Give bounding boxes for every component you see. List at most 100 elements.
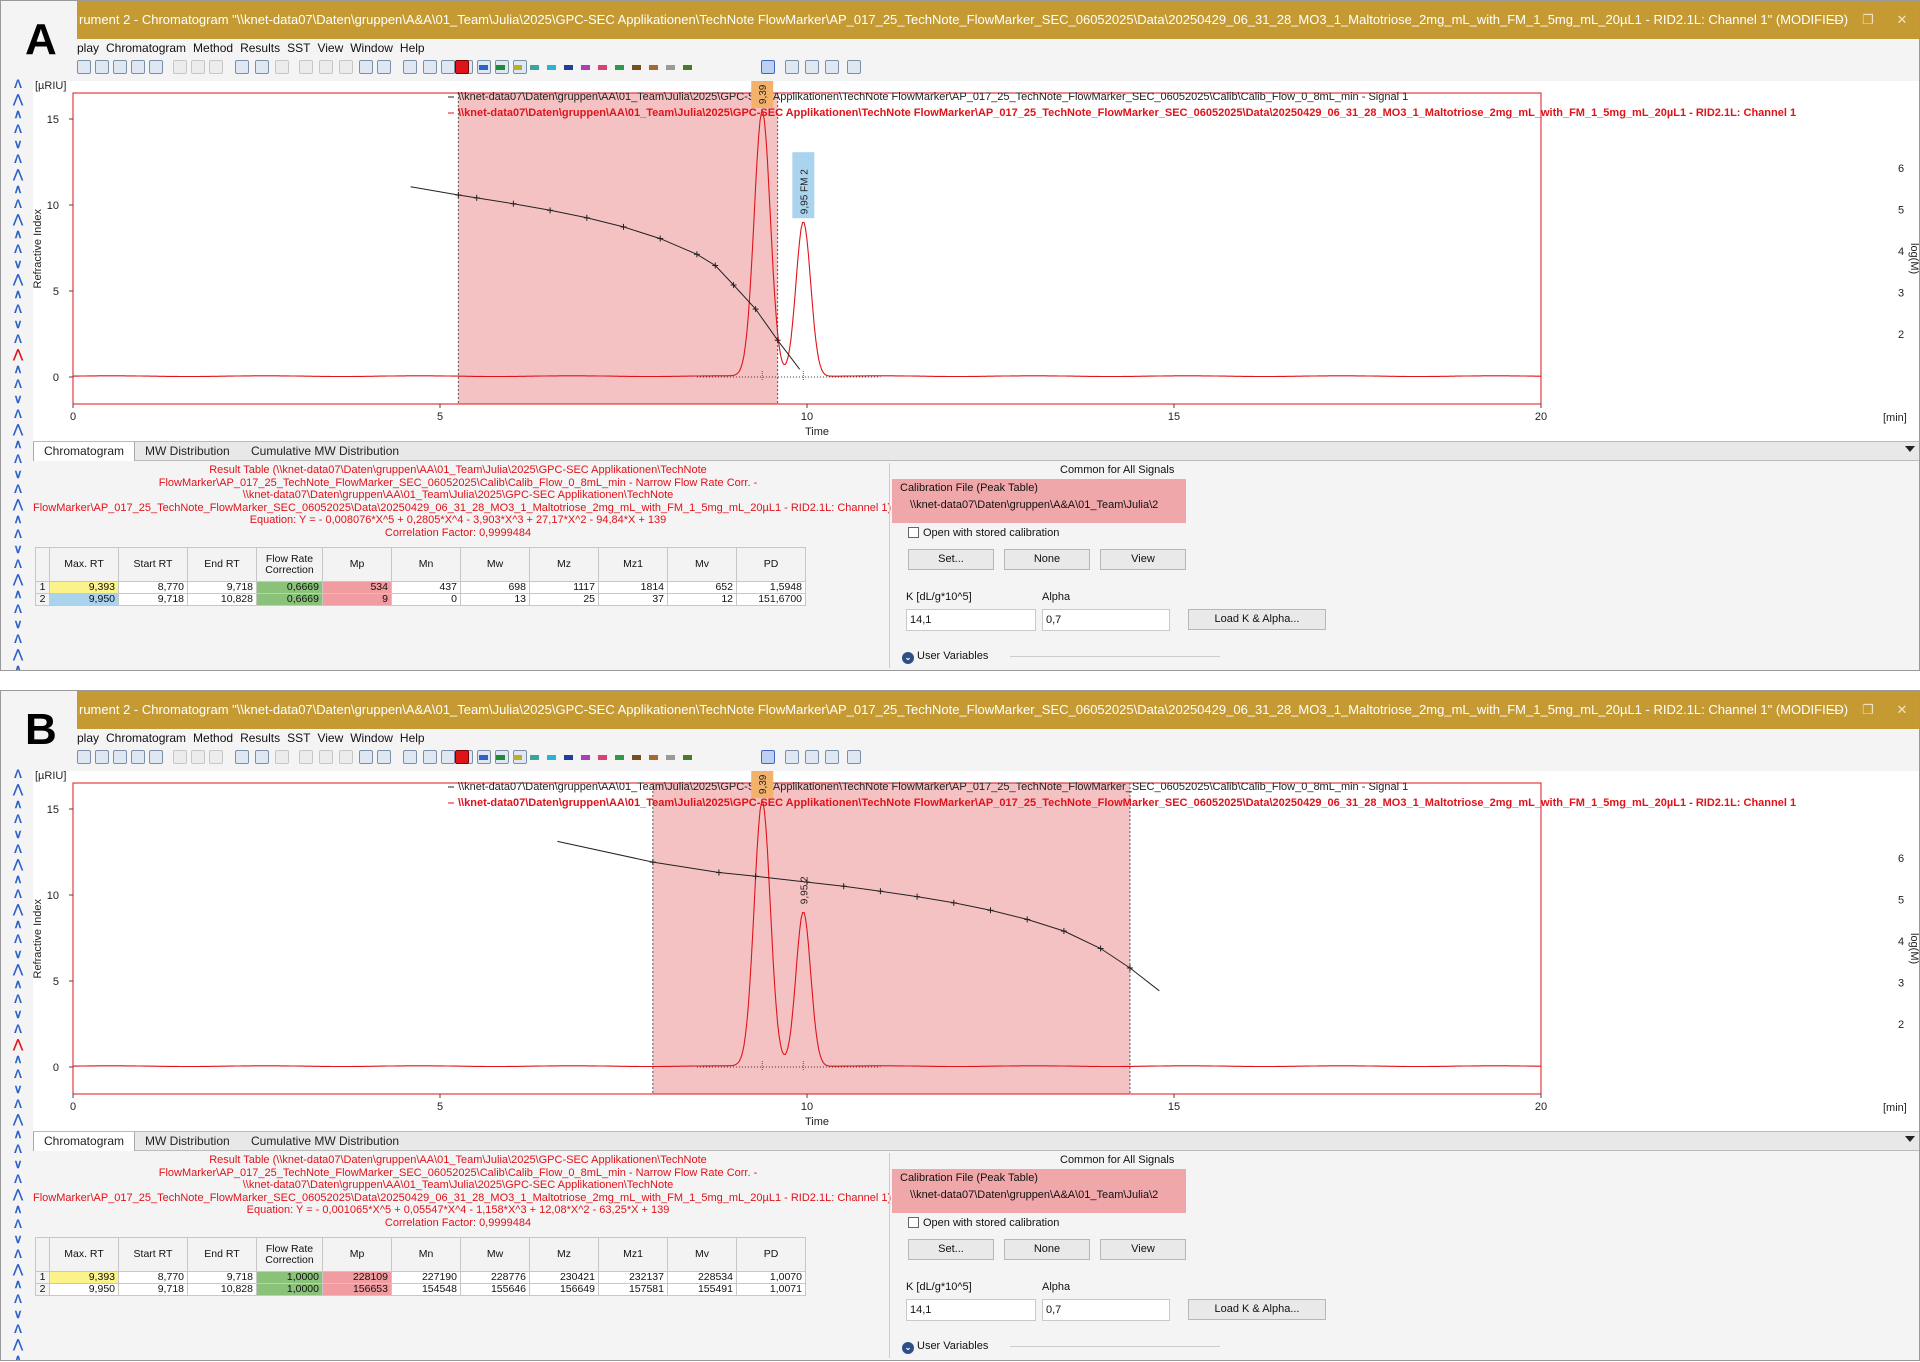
col-mn[interactable]: Mn bbox=[391, 1237, 461, 1272]
menu-sst[interactable]: SST bbox=[287, 41, 310, 55]
checkbox-icon[interactable] bbox=[908, 527, 919, 538]
peak-tool-icon[interactable]: ⋀ bbox=[10, 212, 26, 226]
user-variables-expander[interactable]: ⌄ User Variables bbox=[902, 650, 988, 664]
color-swatch[interactable] bbox=[632, 65, 641, 70]
menu-sst[interactable]: SST bbox=[287, 731, 310, 745]
peak-tool-icon[interactable]: ∧ bbox=[10, 662, 26, 670]
col-max-rt[interactable]: Max. RT bbox=[49, 547, 119, 582]
peak-tool-icon[interactable]: Λ bbox=[10, 152, 26, 166]
color-swatch[interactable] bbox=[547, 755, 556, 760]
toolbar-button[interactable] bbox=[191, 750, 205, 764]
peak-tool-icon[interactable]: ∨ bbox=[10, 317, 26, 331]
peak-tool-icon[interactable]: ∧ bbox=[10, 1202, 26, 1216]
color-swatch[interactable] bbox=[564, 65, 573, 70]
stored-calibration-checkbox[interactable]: Open with stored calibration bbox=[908, 1217, 1059, 1229]
toolbar-button[interactable] bbox=[339, 750, 353, 764]
checkbox-icon[interactable] bbox=[908, 1217, 919, 1228]
peak-tool-icon[interactable]: ⋀ bbox=[10, 1037, 26, 1051]
color-swatch[interactable] bbox=[581, 65, 590, 70]
peak-tool-icon[interactable]: Λ bbox=[10, 242, 26, 256]
calibration-file-box[interactable]: Calibration File (Peak Table) \\knet-dat… bbox=[892, 479, 1186, 523]
toolbar-button[interactable] bbox=[173, 60, 187, 74]
peak-tool-icon[interactable]: ⋀ bbox=[10, 347, 26, 361]
peak-tool-icon[interactable]: ⋀ bbox=[10, 647, 26, 661]
peak-tool-icon[interactable]: Λ bbox=[10, 1067, 26, 1081]
toolbar-button[interactable] bbox=[403, 750, 417, 764]
view-button[interactable]: View bbox=[1100, 549, 1186, 570]
table-row[interactable]: 1 9,393 8,770 9,718 0,6669 534 437 698 1… bbox=[35, 581, 806, 594]
peak-tool-icon[interactable]: ∨ bbox=[10, 617, 26, 631]
peak-tool-icon[interactable]: ∨ bbox=[10, 1082, 26, 1096]
none-button[interactable]: None bbox=[1004, 1239, 1090, 1260]
toolbar-button[interactable] bbox=[131, 750, 145, 764]
peak-tool-icon[interactable]: ⋀ bbox=[10, 497, 26, 511]
peak-tool-icon[interactable]: ∨ bbox=[10, 467, 26, 481]
peak-tool-icon[interactable]: ⋀ bbox=[10, 1112, 26, 1126]
tab-mw-distribution[interactable]: MW Distribution bbox=[135, 1132, 240, 1151]
tab-cumulative-mw-distribution[interactable]: Cumulative MW Distribution bbox=[241, 442, 409, 461]
load-k-alpha-button[interactable]: Load K & Alpha... bbox=[1188, 1299, 1326, 1320]
set-button[interactable]: Set... bbox=[908, 1239, 994, 1260]
toolbar-button[interactable] bbox=[149, 750, 163, 764]
peak-tool-icon[interactable]: ∧ bbox=[10, 1352, 26, 1360]
peak-tool-icon[interactable]: ∧ bbox=[10, 917, 26, 931]
dropdown-arrow-icon[interactable] bbox=[1905, 1136, 1915, 1142]
col-start-rt[interactable]: Start RT bbox=[118, 547, 188, 582]
menu-display[interactable]: play bbox=[77, 731, 99, 745]
chromatogram-plot[interactable]: 0 5 10 15 [µRIU] Refractive Index 0 5 10 15 20 Time… bbox=[32, 42, 1919, 441]
restore-icon[interactable]: ❐ bbox=[1853, 691, 1883, 729]
peak-tool-icon[interactable]: ∧ bbox=[10, 1052, 26, 1066]
toolbar-button[interactable] bbox=[191, 60, 205, 74]
close-icon[interactable]: ✕ bbox=[1887, 1, 1917, 39]
menu-results[interactable]: Results bbox=[240, 731, 280, 745]
color-swatch[interactable] bbox=[615, 755, 624, 760]
close-icon[interactable]: ✕ bbox=[1887, 691, 1917, 729]
toolbar-button[interactable] bbox=[113, 750, 127, 764]
color-swatch[interactable] bbox=[564, 755, 573, 760]
toolbar-button[interactable] bbox=[423, 60, 437, 74]
peak-tool-icon[interactable]: Λ bbox=[10, 887, 26, 901]
col-mn[interactable]: Mn bbox=[391, 547, 461, 582]
col-pd[interactable]: PD bbox=[736, 547, 806, 582]
menu-help[interactable]: Help bbox=[400, 731, 425, 745]
peak-tool-icon[interactable]: ∨ bbox=[10, 542, 26, 556]
menu-help[interactable]: Help bbox=[400, 41, 425, 55]
peak-tool-icon[interactable]: ∧ bbox=[10, 1277, 26, 1291]
toolbar-button[interactable] bbox=[209, 750, 223, 764]
toolbar-button[interactable] bbox=[805, 60, 819, 74]
toolbar-button[interactable] bbox=[173, 750, 187, 764]
peak-tool-icon[interactable]: Λ bbox=[10, 842, 26, 856]
color-swatch[interactable] bbox=[649, 755, 658, 760]
table-row[interactable]: 2 9,950 9,718 10,828 1,0000 156653 15454… bbox=[35, 1283, 806, 1296]
alpha-input[interactable]: 0,7 bbox=[1042, 1299, 1170, 1321]
none-button[interactable]: None bbox=[1004, 549, 1090, 570]
color-swatch[interactable] bbox=[479, 755, 488, 760]
toolbar-button[interactable] bbox=[359, 60, 373, 74]
peak-tool-icon[interactable]: Λ bbox=[10, 1322, 26, 1336]
color-swatch[interactable] bbox=[513, 65, 522, 70]
peak-tool-icon[interactable]: ∨ bbox=[10, 827, 26, 841]
toolbar-button[interactable] bbox=[825, 60, 839, 74]
col-flow-rate-correction[interactable]: Flow Rate Correction bbox=[256, 547, 323, 582]
toolbar-button[interactable] bbox=[761, 750, 775, 764]
toolbar-button[interactable] bbox=[805, 750, 819, 764]
col-mz1[interactable]: Mz1 bbox=[598, 547, 668, 582]
toolbar-button[interactable] bbox=[235, 60, 249, 74]
load-k-alpha-button[interactable]: Load K & Alpha... bbox=[1188, 609, 1326, 630]
color-swatch[interactable] bbox=[683, 755, 692, 760]
toolbar-button[interactable] bbox=[377, 60, 391, 74]
toolbar-button[interactable] bbox=[319, 60, 333, 74]
user-variables-expander[interactable]: ⌄ User Variables bbox=[902, 1340, 988, 1354]
peak-tool-icon[interactable]: Λ bbox=[10, 632, 26, 646]
minimize-icon[interactable]: — bbox=[1821, 1, 1851, 39]
toolbar-button[interactable] bbox=[377, 750, 391, 764]
chromatogram-plot[interactable]: 0 5 10 15 [µRIU] Refractive Index 0 5 10 15 20 Time… bbox=[32, 732, 1919, 1131]
toolbar-button[interactable] bbox=[359, 750, 373, 764]
toolbar-button[interactable] bbox=[761, 60, 775, 74]
toolbar-button[interactable] bbox=[95, 750, 109, 764]
toolbar-button[interactable] bbox=[403, 60, 417, 74]
tab-chromatogram[interactable]: Chromatogram bbox=[33, 1132, 136, 1151]
color-picker-button[interactable] bbox=[455, 60, 469, 74]
col-end-rt[interactable]: End RT bbox=[187, 1237, 257, 1272]
peak-tool-icon[interactable]: Λ bbox=[10, 302, 26, 316]
